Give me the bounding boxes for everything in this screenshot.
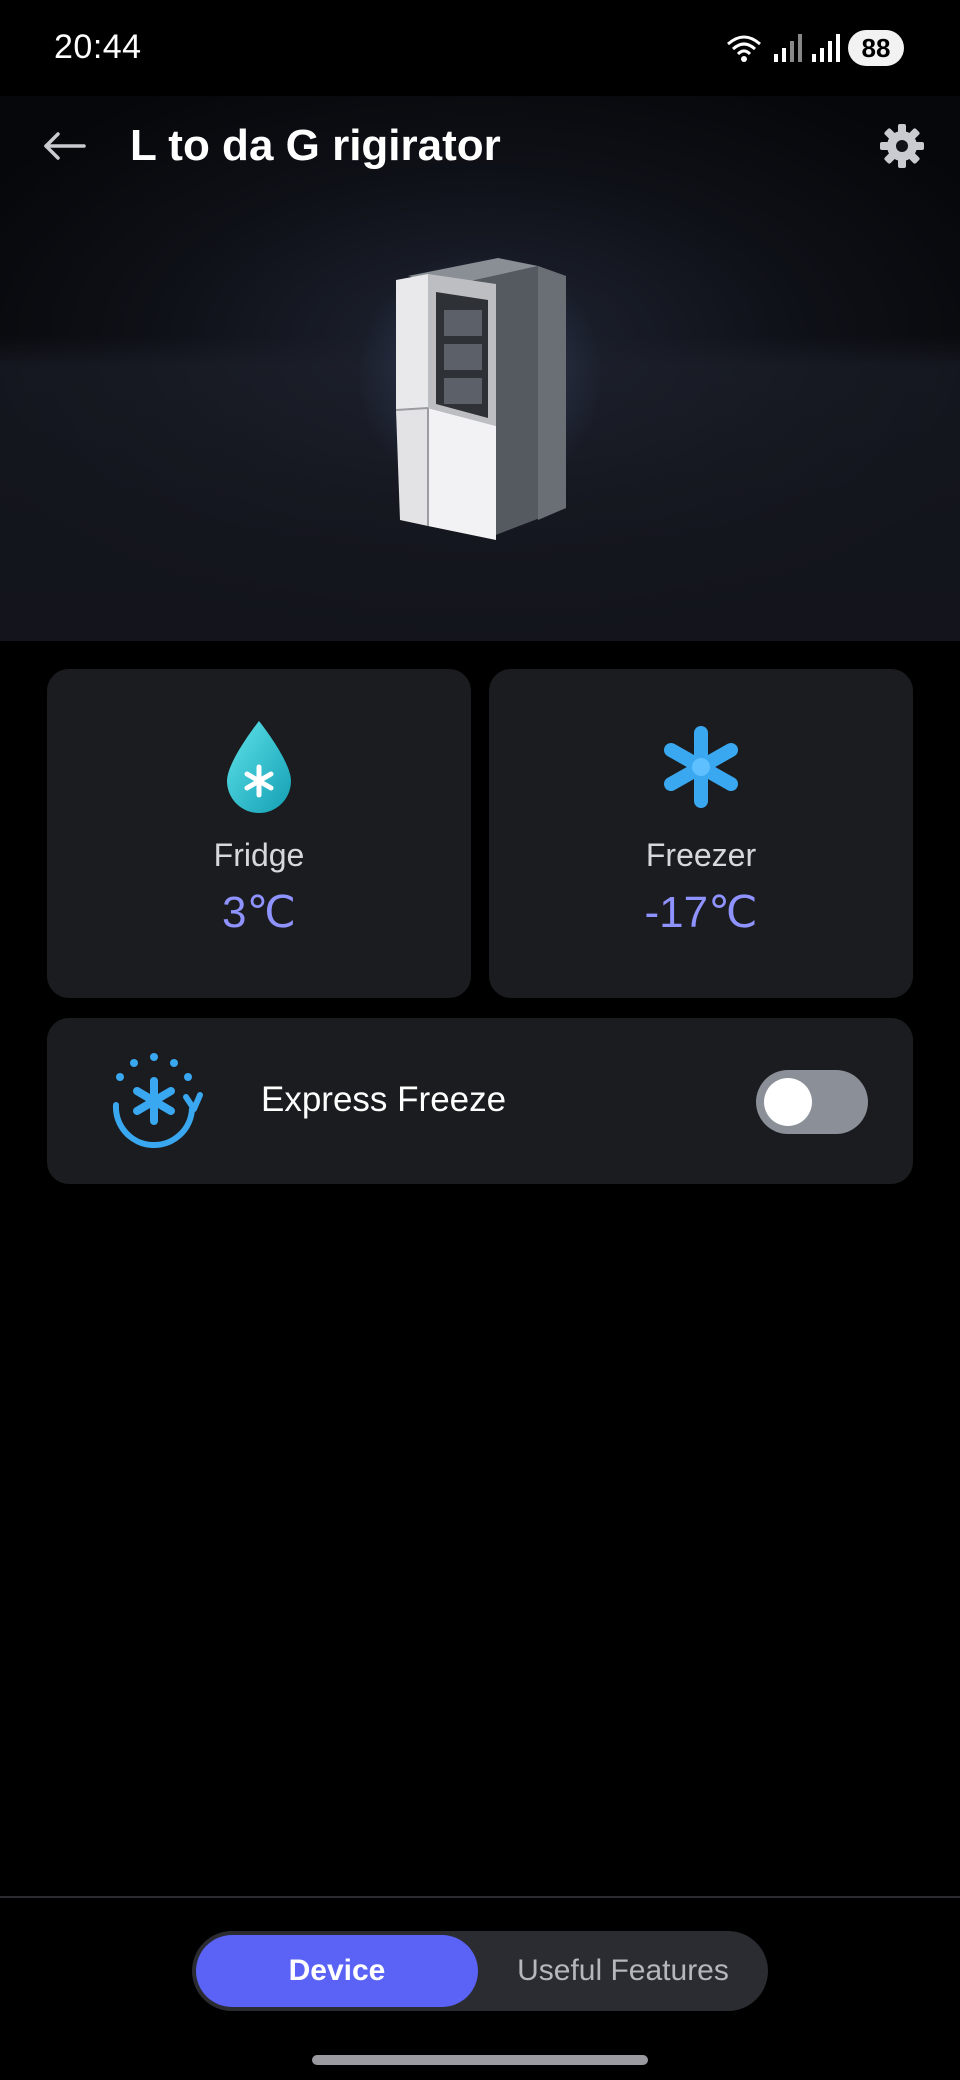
water-drop-snowflake-icon <box>227 721 291 813</box>
freezer-label: Freezer <box>645 837 757 873</box>
tab-device[interactable]: Device <box>196 1935 478 2007</box>
signal-icon <box>774 34 802 62</box>
tab-useful-features[interactable]: Useful Features <box>482 1935 764 2007</box>
app-header: L to da G rigirator <box>0 96 960 196</box>
express-freeze-card: Express Freeze <box>47 1018 913 1184</box>
fridge-card[interactable]: Fridge 3℃ <box>47 669 471 998</box>
refrigerator-image <box>395 258 566 540</box>
toggle-knob <box>764 1078 812 1126</box>
gear-icon <box>880 124 924 168</box>
express-freeze-toggle[interactable] <box>756 1070 868 1134</box>
bottom-divider <box>0 1896 960 1898</box>
express-freeze-icon <box>112 1053 203 1148</box>
status-time: 20:44 <box>54 28 142 66</box>
snowflake-icon <box>664 726 738 808</box>
freezer-card[interactable]: Freezer -17℃ <box>489 669 913 998</box>
page-title: L to da G rigirator <box>130 121 501 170</box>
back-button[interactable] <box>36 118 92 174</box>
bottom-tab-bar: Device Useful Features <box>192 1931 768 2011</box>
home-indicator[interactable] <box>312 2055 648 2065</box>
arrow-left-icon <box>44 132 86 160</box>
wifi-icon <box>727 35 761 62</box>
battery-icon: 88 <box>848 30 904 66</box>
status-icons: 88 <box>724 28 904 68</box>
fridge-temperature: 3℃ <box>222 888 296 937</box>
express-freeze-label: Express Freeze <box>261 1080 507 1119</box>
fridge-label: Fridge <box>213 837 305 873</box>
status-bar: 20:44 88 <box>0 0 960 96</box>
freezer-temperature: -17℃ <box>644 888 758 937</box>
settings-button[interactable] <box>874 118 930 174</box>
signal-icon <box>812 34 840 62</box>
